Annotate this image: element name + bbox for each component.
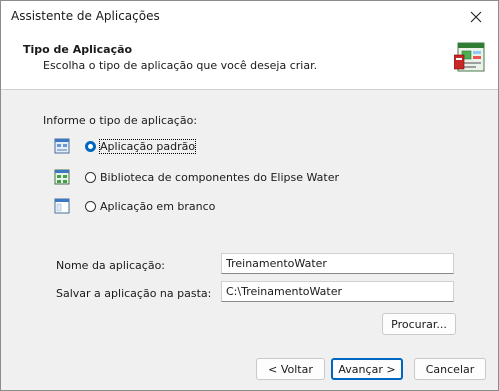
header-title: Tipo de Aplicação xyxy=(23,43,133,56)
close-icon xyxy=(470,11,482,23)
folder-label: Salvar a aplicação na pasta: xyxy=(56,287,212,300)
blank-app-radio[interactable] xyxy=(85,200,96,212)
wizard-header: Tipo de Aplicação Escolha o tipo de apli… xyxy=(1,33,498,90)
wizard-window: Assistente de Aplicações Tipo de Aplicaç… xyxy=(0,0,499,391)
cancel-button[interactable]: Cancelar xyxy=(414,358,486,380)
header-subtitle: Escolha o tipo de aplicação que você des… xyxy=(43,59,318,72)
next-button[interactable]: Avançar > xyxy=(331,358,403,380)
browse-button[interactable]: Procurar... xyxy=(382,313,456,335)
window-title: Assistente de Aplicações xyxy=(11,9,160,23)
component-library-icon xyxy=(54,169,70,185)
back-button[interactable]: < Voltar xyxy=(256,358,325,380)
title-bar: Assistente de Aplicações xyxy=(1,1,498,33)
app-name-input[interactable] xyxy=(221,253,454,274)
app-name-label: Nome da aplicação: xyxy=(56,259,166,272)
blank-app-icon xyxy=(54,198,70,214)
option-blank-app[interactable]: Aplicação em branco xyxy=(53,196,215,216)
option-component-library[interactable]: Biblioteca de componentes do Elipse Wate… xyxy=(53,167,339,187)
option-standard-app[interactable]: Aplicação padrão xyxy=(53,136,197,156)
app-type-prompt: Informe o tipo de aplicação: xyxy=(43,114,198,127)
wizard-app-icon xyxy=(454,42,485,72)
close-button[interactable] xyxy=(454,1,498,33)
blank-app-label: Aplicação em branco xyxy=(100,199,216,213)
standard-app-icon xyxy=(54,138,70,154)
component-library-label: Biblioteca de componentes do Elipse Wate… xyxy=(100,170,340,184)
standard-app-label: Aplicação padrão xyxy=(98,138,197,154)
standard-app-radio[interactable] xyxy=(85,140,96,152)
folder-input[interactable] xyxy=(221,281,454,302)
component-library-radio[interactable] xyxy=(85,171,96,183)
